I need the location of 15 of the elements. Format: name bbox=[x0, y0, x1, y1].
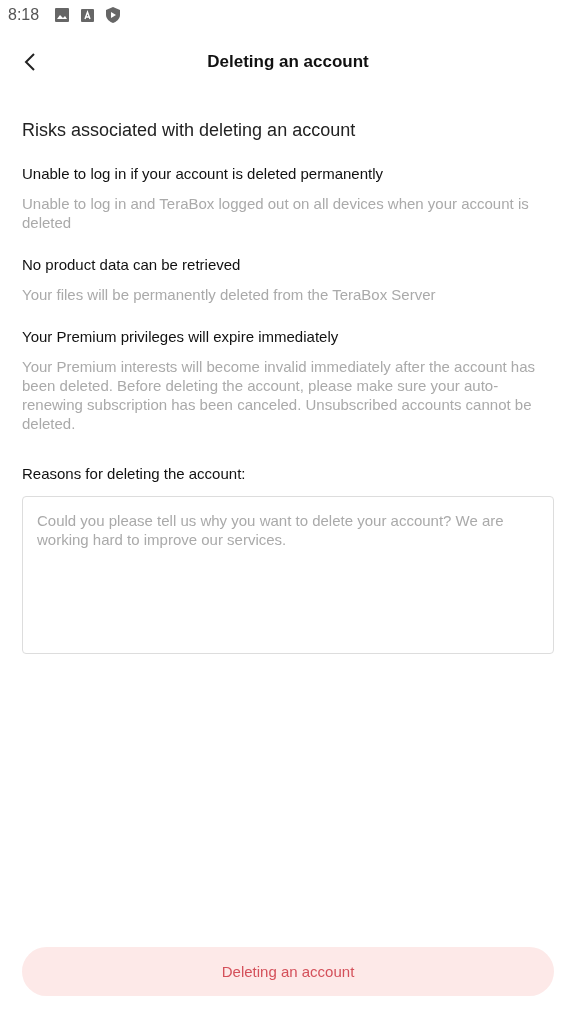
page-title: Deleting an account bbox=[207, 52, 369, 72]
reasons-label: Reasons for deleting the account: bbox=[22, 465, 247, 482]
status-time: 8:18 bbox=[8, 6, 40, 24]
shield-icon bbox=[106, 7, 121, 23]
reasons-field[interactable]: Could you please tell us why you want to delete your account? We are working hard to improve our services. bbox=[22, 496, 554, 654]
risk-title: No product data can be retrieved bbox=[22, 256, 242, 273]
risk-title: Your Premium privileges will expire immediately bbox=[22, 328, 340, 345]
risk-description: Unable to log in and TeraBox logged out on all devices when your account is deleted bbox=[22, 194, 530, 232]
image-icon bbox=[55, 8, 70, 22]
risk-description: Your files will be permanently deleted from the TeraBox Server bbox=[22, 285, 437, 304]
risk-title: Unable to log in if your account is deleted permanently bbox=[22, 165, 385, 182]
font-icon bbox=[81, 8, 95, 22]
risk-description: Your Premium interests will become invalid immediately after the account has been deleted. Before deleting the account, please make sure your auto-renewing subscription has been canceled. Unsubscribed accounts cannot be deleted. bbox=[22, 357, 536, 433]
back-icon bbox=[24, 52, 36, 72]
section-title: Risks associated with deleting an account bbox=[22, 120, 357, 141]
